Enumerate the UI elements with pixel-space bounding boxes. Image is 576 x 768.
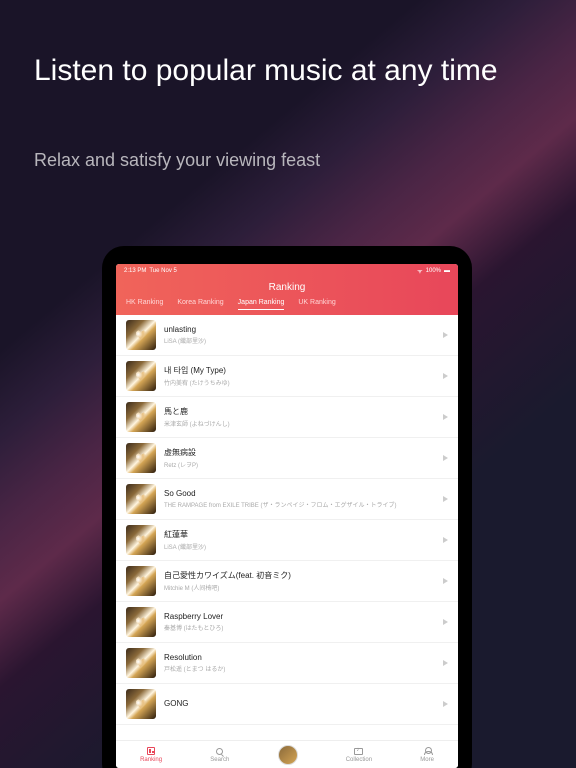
song-title: Raspberry Lover (164, 612, 435, 621)
song-title: Resolution (164, 653, 435, 662)
play-icon[interactable] (443, 537, 448, 543)
app-screen: 2:13 PM Tue Nov 5 ᯤ 100% ▬ Ranking HK Ra… (116, 264, 458, 768)
album-art (126, 402, 156, 432)
song-meta: unlasting LiSA (織部里沙) (164, 325, 435, 345)
nav-label: More (420, 757, 434, 763)
song-row[interactable]: 自己愛性カワイズム(feat. 初音ミク) Mitchie M (人间椅吧) (116, 561, 458, 602)
song-row[interactable]: So Good THE RAMPAGE from EXILE TRIBE (ザ・ラ… (116, 479, 458, 520)
play-icon[interactable] (443, 414, 448, 420)
song-meta: 自己愛性カワイズム(feat. 初音ミク) Mitchie M (人间椅吧) (164, 570, 435, 592)
nav-label: Collection (346, 757, 372, 763)
song-title: GONG (164, 699, 435, 708)
wifi-icon: ᯤ (417, 267, 422, 275)
song-artist: 米津玄師 (よねづけんし) (164, 419, 435, 428)
song-title: unlasting (164, 325, 435, 334)
ranking-tabs: HK Ranking Korea Ranking Japan Ranking UK R… (116, 299, 458, 315)
app-header: Ranking HK Ranking Korea Ranking Japan Ran… (116, 278, 458, 315)
song-row[interactable]: 내 타입 (My Type) 竹内美宥 (たけうちみゆ) (116, 356, 458, 397)
nav-more[interactable]: More (420, 746, 434, 763)
promo-headline: Listen to popular music at any time (34, 52, 542, 90)
song-title: So Good (164, 489, 435, 498)
album-art (126, 648, 156, 678)
song-row[interactable]: 紅蓮華 LiSA (織部里沙) (116, 520, 458, 561)
song-row[interactable]: 馬と鹿米津玄師 (よねづけんし) (116, 397, 458, 438)
song-title: 紅蓮華 (164, 529, 435, 540)
collection-icon (354, 748, 363, 755)
song-artist: LiSA (織部里沙) (164, 336, 435, 345)
song-row[interactable]: Resolution 戸松遥 (とまつ はるか) (116, 643, 458, 684)
album-art (126, 566, 156, 596)
play-icon[interactable] (443, 619, 448, 625)
play-icon[interactable] (443, 332, 448, 338)
play-icon[interactable] (443, 701, 448, 707)
song-meta: 虚無病設 Retz (レヲP) (164, 447, 435, 469)
nav-search[interactable]: Search (210, 746, 229, 763)
song-artist: 戸松遥 (とまつ はるか) (164, 664, 435, 673)
status-date: Tue Nov 5 (149, 268, 176, 274)
nav-collection[interactable]: Collection (346, 746, 372, 763)
album-art (126, 320, 156, 350)
song-title: 馬と鹿 (164, 406, 435, 417)
song-artist: 竹内美宥 (たけうちみゆ) (164, 378, 435, 387)
play-icon[interactable] (443, 660, 448, 666)
song-list[interactable]: unlasting LiSA (織部里沙) 내 타입 (My Type) 竹内美宥 (… (116, 315, 458, 740)
more-icon (424, 747, 431, 755)
album-art (126, 443, 156, 473)
nav-label: Ranking (140, 757, 162, 763)
song-artist: Retz (レヲP) (164, 460, 435, 469)
bottom-nav: Ranking Search Collection More (116, 740, 458, 768)
promo-subhead: Relax and satisfy your viewing feast (34, 150, 320, 171)
song-meta: So Good THE RAMPAGE from EXILE TRIBE (ザ・ラ… (164, 489, 435, 509)
tab-hk-ranking[interactable]: HK Ranking (126, 299, 163, 310)
nav-now-playing[interactable] (278, 745, 298, 765)
song-row[interactable]: unlasting LiSA (織部里沙) (116, 315, 458, 356)
tab-japan-ranking[interactable]: Japan Ranking (238, 299, 285, 310)
album-art (126, 484, 156, 514)
song-title: 내 타입 (My Type) (164, 365, 435, 376)
song-row[interactable]: 虚無病設 Retz (レヲP) (116, 438, 458, 479)
song-title: 自己愛性カワイズム(feat. 初音ミク) (164, 570, 435, 581)
song-meta: 馬と鹿米津玄師 (よねづけんし) (164, 406, 435, 428)
tab-uk-ranking[interactable]: UK Ranking (298, 299, 335, 310)
song-artist: LiSA (織部里沙) (164, 542, 435, 551)
album-art (126, 607, 156, 637)
album-art (126, 525, 156, 555)
album-art (126, 361, 156, 391)
status-bar: 2:13 PM Tue Nov 5 ᯤ 100% ▬ (116, 264, 458, 278)
ranking-icon (147, 747, 155, 755)
play-icon[interactable] (443, 496, 448, 502)
song-meta: 紅蓮華 LiSA (織部里沙) (164, 529, 435, 551)
promo-background: Listen to popular music at any time Rela… (0, 0, 576, 768)
song-meta: Resolution 戸松遥 (とまつ はるか) (164, 653, 435, 673)
play-icon[interactable] (443, 578, 448, 584)
search-icon (216, 748, 223, 755)
song-artist: Mitchie M (人间椅吧) (164, 583, 435, 592)
status-battery: 100% (426, 268, 441, 274)
song-meta: GONG (164, 699, 435, 710)
tab-korea-ranking[interactable]: Korea Ranking (177, 299, 223, 310)
page-title: Ranking (116, 282, 458, 299)
song-row[interactable]: GONG (116, 684, 458, 725)
album-art (126, 689, 156, 719)
battery-icon: ▬ (444, 268, 450, 274)
nav-label: Search (210, 757, 229, 763)
song-meta: Raspberry Lover 秦基博 (はたもとひろ) (164, 612, 435, 632)
play-icon[interactable] (443, 455, 448, 461)
nav-ranking[interactable]: Ranking (140, 746, 162, 763)
status-time: 2:13 PM (124, 268, 146, 274)
tablet-frame: 2:13 PM Tue Nov 5 ᯤ 100% ▬ Ranking HK Ra… (102, 246, 472, 768)
song-artist: THE RAMPAGE from EXILE TRIBE (ザ・ランペイジ・フロ… (164, 500, 435, 509)
song-row[interactable]: Raspberry Lover 秦基博 (はたもとひろ) (116, 602, 458, 643)
song-meta: 내 타입 (My Type) 竹内美宥 (たけうちみゆ) (164, 365, 435, 387)
song-title: 虚無病設 (164, 447, 435, 458)
play-icon[interactable] (443, 373, 448, 379)
song-artist: 秦基博 (はたもとひろ) (164, 623, 435, 632)
